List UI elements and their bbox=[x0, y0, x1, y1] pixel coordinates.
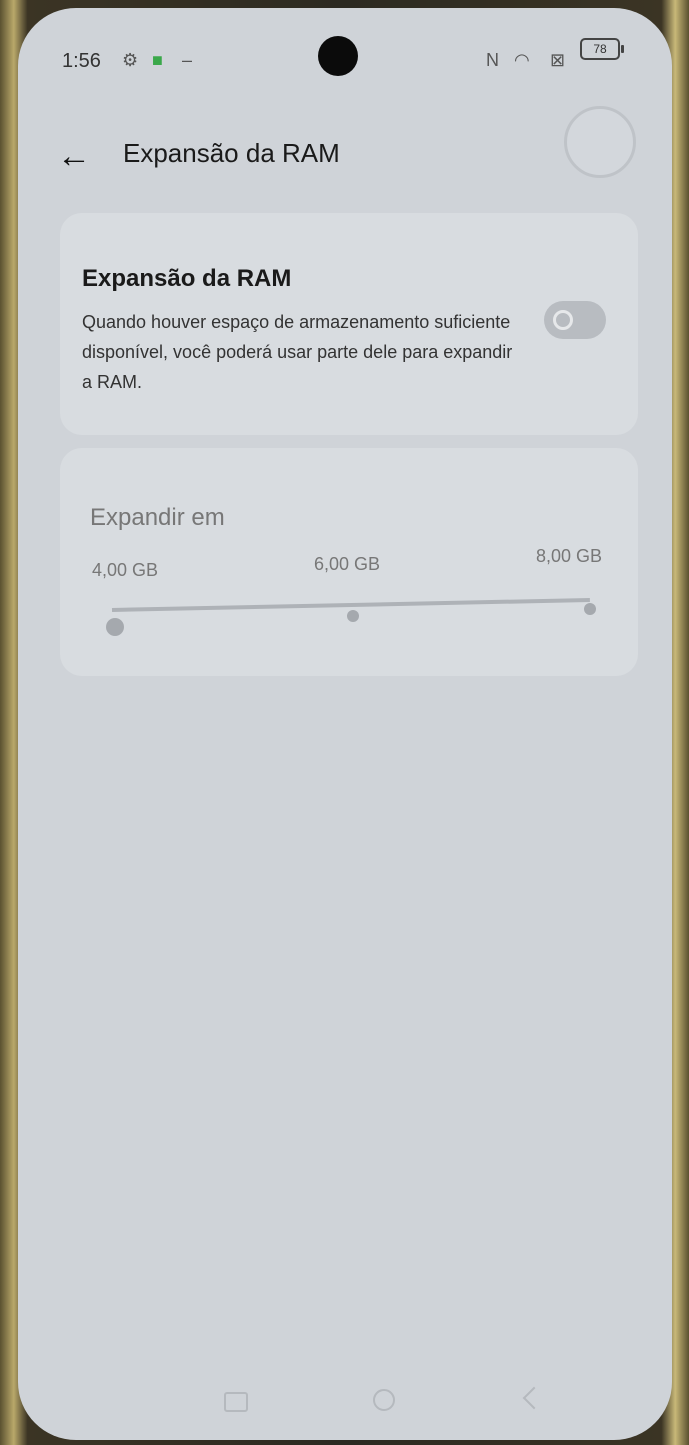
battery-icon: 78 bbox=[580, 38, 624, 60]
expand-amount-card: Expandir em 4,00 GB 6,00 GB 8,00 GB bbox=[60, 448, 638, 676]
ram-expansion-description: Quando houver espaço de armazenamento su… bbox=[82, 312, 513, 392]
minus-icon: – bbox=[182, 50, 193, 70]
home-icon[interactable] bbox=[368, 1384, 396, 1412]
option-6gb-label: 6,00 GB bbox=[314, 554, 381, 574]
navigation-bar bbox=[18, 1368, 672, 1428]
nfc-icon: Ν bbox=[486, 50, 499, 70]
page-title: Expansão da RAM bbox=[123, 138, 340, 168]
toggle-knob bbox=[553, 310, 573, 330]
settings-gear-icon: ⚙ bbox=[122, 50, 139, 70]
status-time: 1:56 bbox=[62, 50, 101, 72]
signal-x-icon: ⊠ bbox=[550, 50, 566, 70]
option-4gb-label: 4,00 GB bbox=[92, 560, 159, 580]
slider-stop-6gb[interactable] bbox=[347, 610, 359, 622]
app-header: ← Expansão da RAM bbox=[18, 106, 672, 188]
back-triangle-icon[interactable] bbox=[520, 1384, 548, 1412]
slider-stop-8gb[interactable] bbox=[584, 603, 596, 615]
app-notification-icon: ■ bbox=[152, 50, 163, 70]
screen: 1:56 ⚙ ■ – Ν ◠ ⊠ 78 ← Expansão da RAM Ex… bbox=[18, 8, 672, 1440]
ram-expansion-toggle[interactable] bbox=[544, 301, 606, 339]
status-bar: 1:56 ⚙ ■ – Ν ◠ ⊠ 78 bbox=[18, 8, 672, 108]
front-camera bbox=[318, 36, 358, 76]
expand-slider-thumb[interactable] bbox=[106, 618, 124, 636]
floating-circle-button[interactable] bbox=[564, 106, 636, 178]
recents-icon[interactable] bbox=[220, 1384, 248, 1412]
expand-amount-title: Expandir em bbox=[90, 504, 225, 531]
arrow-left-icon[interactable]: ← bbox=[50, 136, 98, 176]
ram-expansion-card: Expansão da RAM Quando houver espaço de … bbox=[60, 213, 638, 435]
wifi-icon: ◠ bbox=[514, 50, 530, 70]
ram-expansion-title: Expansão da RAM bbox=[82, 265, 292, 292]
option-8gb-label: 8,00 GB bbox=[536, 546, 603, 566]
